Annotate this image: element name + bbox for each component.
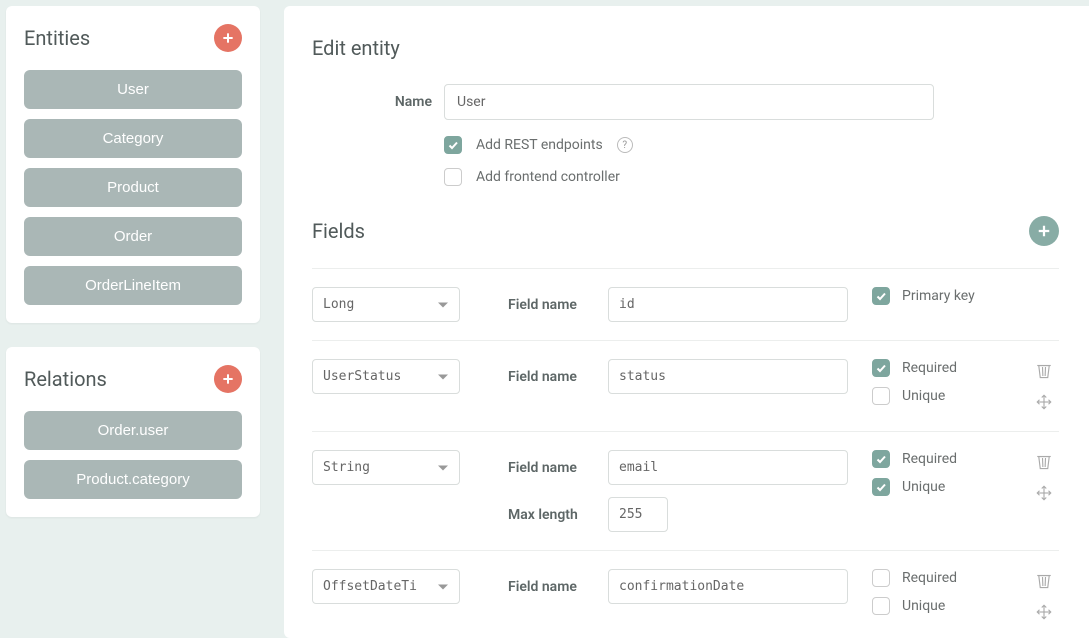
field-name-label: Field name: [508, 460, 598, 476]
max-length-input[interactable]: [608, 497, 668, 532]
required-label: Required: [902, 451, 957, 467]
required-checkbox[interactable]: [872, 569, 890, 587]
field-name-label: Field name: [508, 369, 598, 385]
unique-checkbox[interactable]: [872, 597, 890, 615]
unique-label: Unique: [902, 388, 945, 404]
required-label: Required: [902, 570, 957, 586]
field-name-input[interactable]: [608, 287, 848, 322]
entity-item-order[interactable]: Order: [24, 217, 242, 256]
required-checkbox[interactable]: [872, 450, 890, 468]
primary-key-checkbox[interactable]: [872, 287, 890, 305]
add-relation-button[interactable]: [214, 365, 242, 393]
page-title: Edit entity: [312, 36, 1059, 60]
relation-item-order-user[interactable]: Order.user: [24, 411, 242, 450]
add-frontend-label: Add frontend controller: [476, 169, 620, 185]
relation-item-product-category[interactable]: Product.category: [24, 460, 242, 499]
unique-label: Unique: [902, 479, 945, 495]
add-frontend-checkbox[interactable]: [444, 168, 462, 186]
field-row-status: UserStatus Field name Required: [312, 340, 1059, 431]
field-name-input[interactable]: [608, 450, 848, 485]
primary-key-label: Primary key: [902, 288, 975, 304]
required-checkbox[interactable]: [872, 359, 890, 377]
help-icon[interactable]: ?: [617, 137, 633, 153]
required-label: Required: [902, 360, 957, 376]
move-field-button[interactable]: [1033, 391, 1055, 413]
entities-card: Entities User Category Product Order Ord…: [6, 6, 260, 323]
delete-field-button[interactable]: [1033, 450, 1055, 472]
name-input[interactable]: [444, 84, 934, 120]
entity-item-orderlineitem[interactable]: OrderLineItem: [24, 266, 242, 305]
add-rest-checkbox[interactable]: [444, 136, 462, 154]
entities-list: User Category Product Order OrderLineIte…: [24, 70, 242, 305]
entities-title: Entities: [24, 26, 90, 50]
field-type-select[interactable]: OffsetDateTi: [312, 569, 460, 604]
add-field-button[interactable]: [1029, 216, 1059, 246]
move-field-button[interactable]: [1033, 482, 1055, 504]
main-panel: Edit entity Name Add REST endpoints ? Ad…: [284, 6, 1089, 638]
relations-list: Order.user Product.category: [24, 411, 242, 499]
unique-checkbox[interactable]: [872, 387, 890, 405]
unique-label: Unique: [902, 598, 945, 614]
field-name-label: Field name: [508, 579, 598, 595]
entity-item-product[interactable]: Product: [24, 168, 242, 207]
fields-title: Fields: [312, 219, 365, 243]
delete-field-button[interactable]: [1033, 569, 1055, 591]
field-name-label: Field name: [508, 297, 598, 313]
entity-item-category[interactable]: Category: [24, 119, 242, 158]
field-name-input[interactable]: [608, 359, 848, 394]
field-type-select[interactable]: Long: [312, 287, 460, 322]
add-entity-button[interactable]: [214, 24, 242, 52]
relations-title: Relations: [24, 367, 107, 391]
move-field-button[interactable]: [1033, 601, 1055, 623]
relations-card: Relations Order.user Product.category: [6, 347, 260, 517]
add-rest-label: Add REST endpoints: [476, 137, 603, 153]
field-row-email: String Field name Max length Re: [312, 431, 1059, 550]
field-type-select[interactable]: UserStatus: [312, 359, 460, 394]
field-type-select[interactable]: String: [312, 450, 460, 485]
max-length-label: Max length: [508, 507, 598, 523]
field-row-confirmationdate: OffsetDateTi Field name Required Unique: [312, 550, 1059, 638]
sidebar: Entities User Category Product Order Ord…: [0, 0, 260, 638]
delete-field-button[interactable]: [1033, 359, 1055, 381]
unique-checkbox[interactable]: [872, 478, 890, 496]
entity-item-user[interactable]: User: [24, 70, 242, 109]
field-row-id: Long Field name Primary key: [312, 268, 1059, 340]
field-name-input[interactable]: [608, 569, 848, 604]
name-label: Name: [312, 94, 432, 110]
